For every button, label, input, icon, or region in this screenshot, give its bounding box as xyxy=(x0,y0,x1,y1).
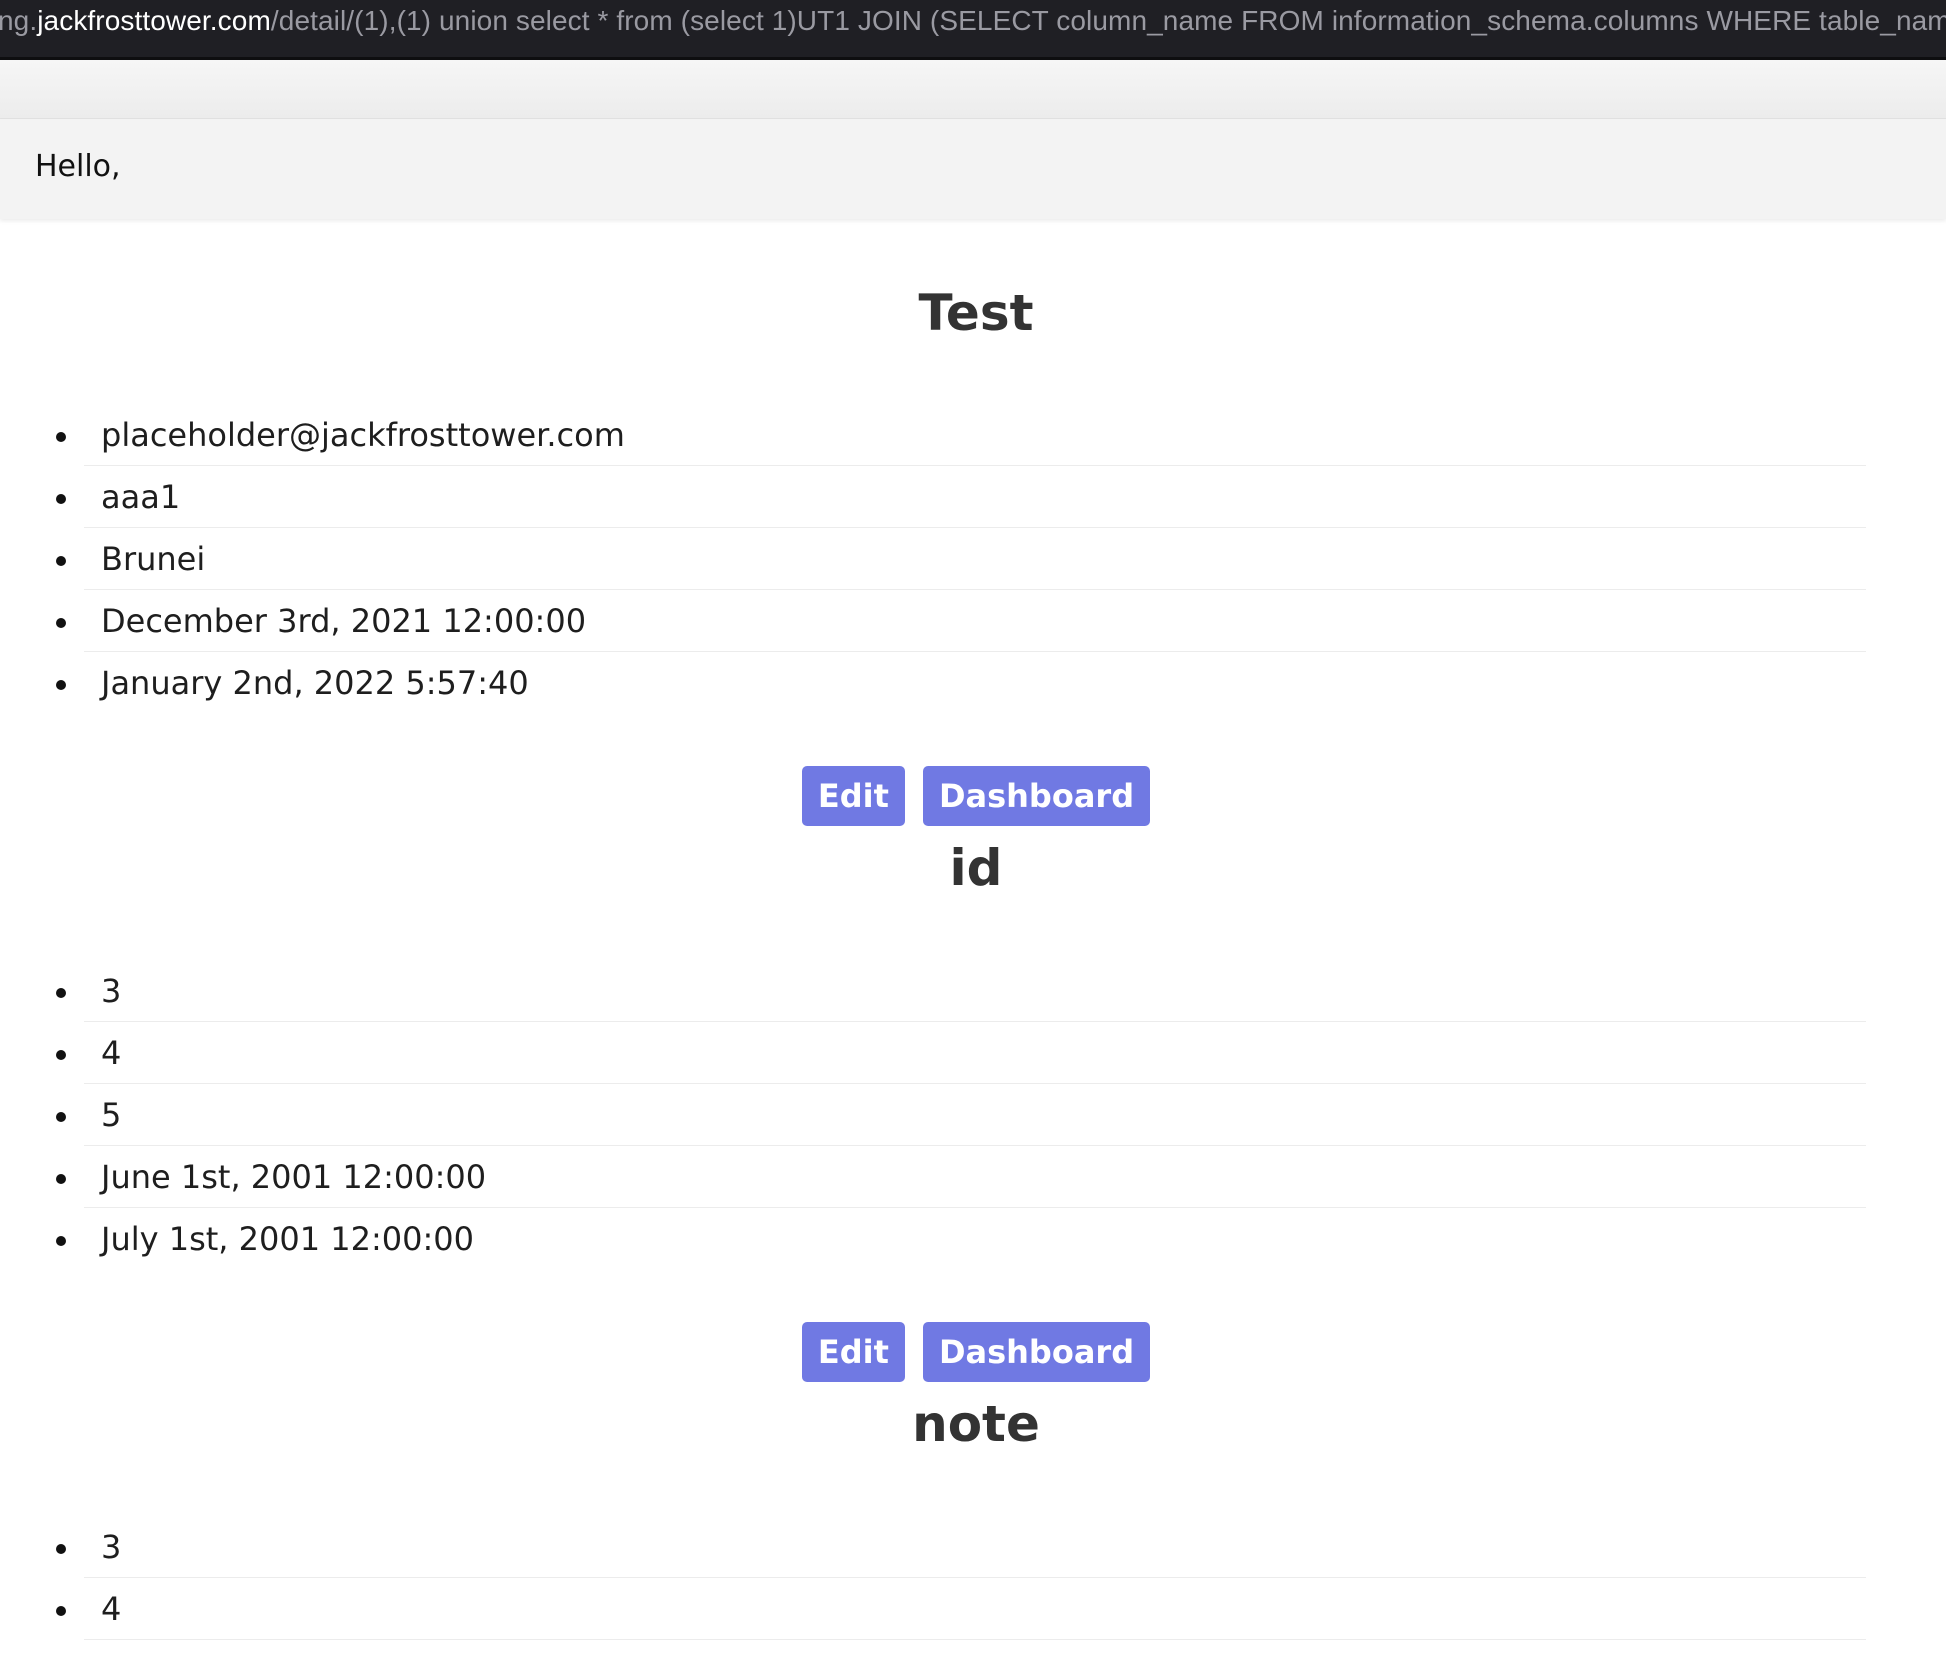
list-item: June 1st, 2001 12:00:00 xyxy=(56,1146,1866,1208)
list-item: July 1st, 2001 12:00:00 xyxy=(56,1208,1866,1269)
url-domain: jackfrosttower.com xyxy=(37,5,271,36)
list-item: December 3rd, 2021 12:00:00 xyxy=(56,590,1866,652)
detail-list: placeholder@jackfrosttower.com aaa1 Brun… xyxy=(56,404,1866,713)
edit-button[interactable]: Edit xyxy=(801,766,905,826)
detail-list: 3 4 5 June 1st, 2001 12:00:00 July 1st, … xyxy=(56,960,1866,1269)
greeting-bar: Hello, xyxy=(0,119,1946,219)
action-buttons: Edit Dashboard xyxy=(0,766,1946,826)
dashboard-button[interactable]: Dashboard xyxy=(922,766,1151,826)
list-item: 4 xyxy=(56,1022,1866,1084)
edit-button[interactable]: Edit xyxy=(801,1322,905,1382)
dashboard-button[interactable]: Dashboard xyxy=(922,1322,1151,1382)
list-item: January 2nd, 2022 5:57:40 xyxy=(56,652,1866,713)
action-buttons: Edit Dashboard xyxy=(0,1322,1946,1382)
section-title: note xyxy=(912,1395,1040,1453)
section-title: Test xyxy=(918,284,1034,342)
list-item: placeholder@jackfrosttower.com xyxy=(56,404,1866,466)
url-text[interactable]: ng.jackfrosttower.com/detail/(1),(1) uni… xyxy=(0,6,1946,36)
list-item: 3 xyxy=(56,1516,1866,1578)
page-toolbar xyxy=(0,60,1946,119)
address-bar[interactable]: ng.jackfrosttower.com/detail/(1),(1) uni… xyxy=(0,0,1946,60)
detail-list: 3 4 xyxy=(56,1516,1866,1640)
greeting-text: Hello, xyxy=(35,149,121,184)
url-path: /detail/(1),(1) union select * from (sel… xyxy=(270,5,1946,36)
list-item: 4 xyxy=(56,1578,1866,1640)
section-title: id xyxy=(949,839,1003,897)
list-item: Brunei xyxy=(56,528,1866,590)
list-item: aaa1 xyxy=(56,466,1866,528)
list-item: 5 xyxy=(56,1084,1866,1146)
url-prefix: ng. xyxy=(0,5,38,36)
list-item: 3 xyxy=(56,960,1866,1022)
